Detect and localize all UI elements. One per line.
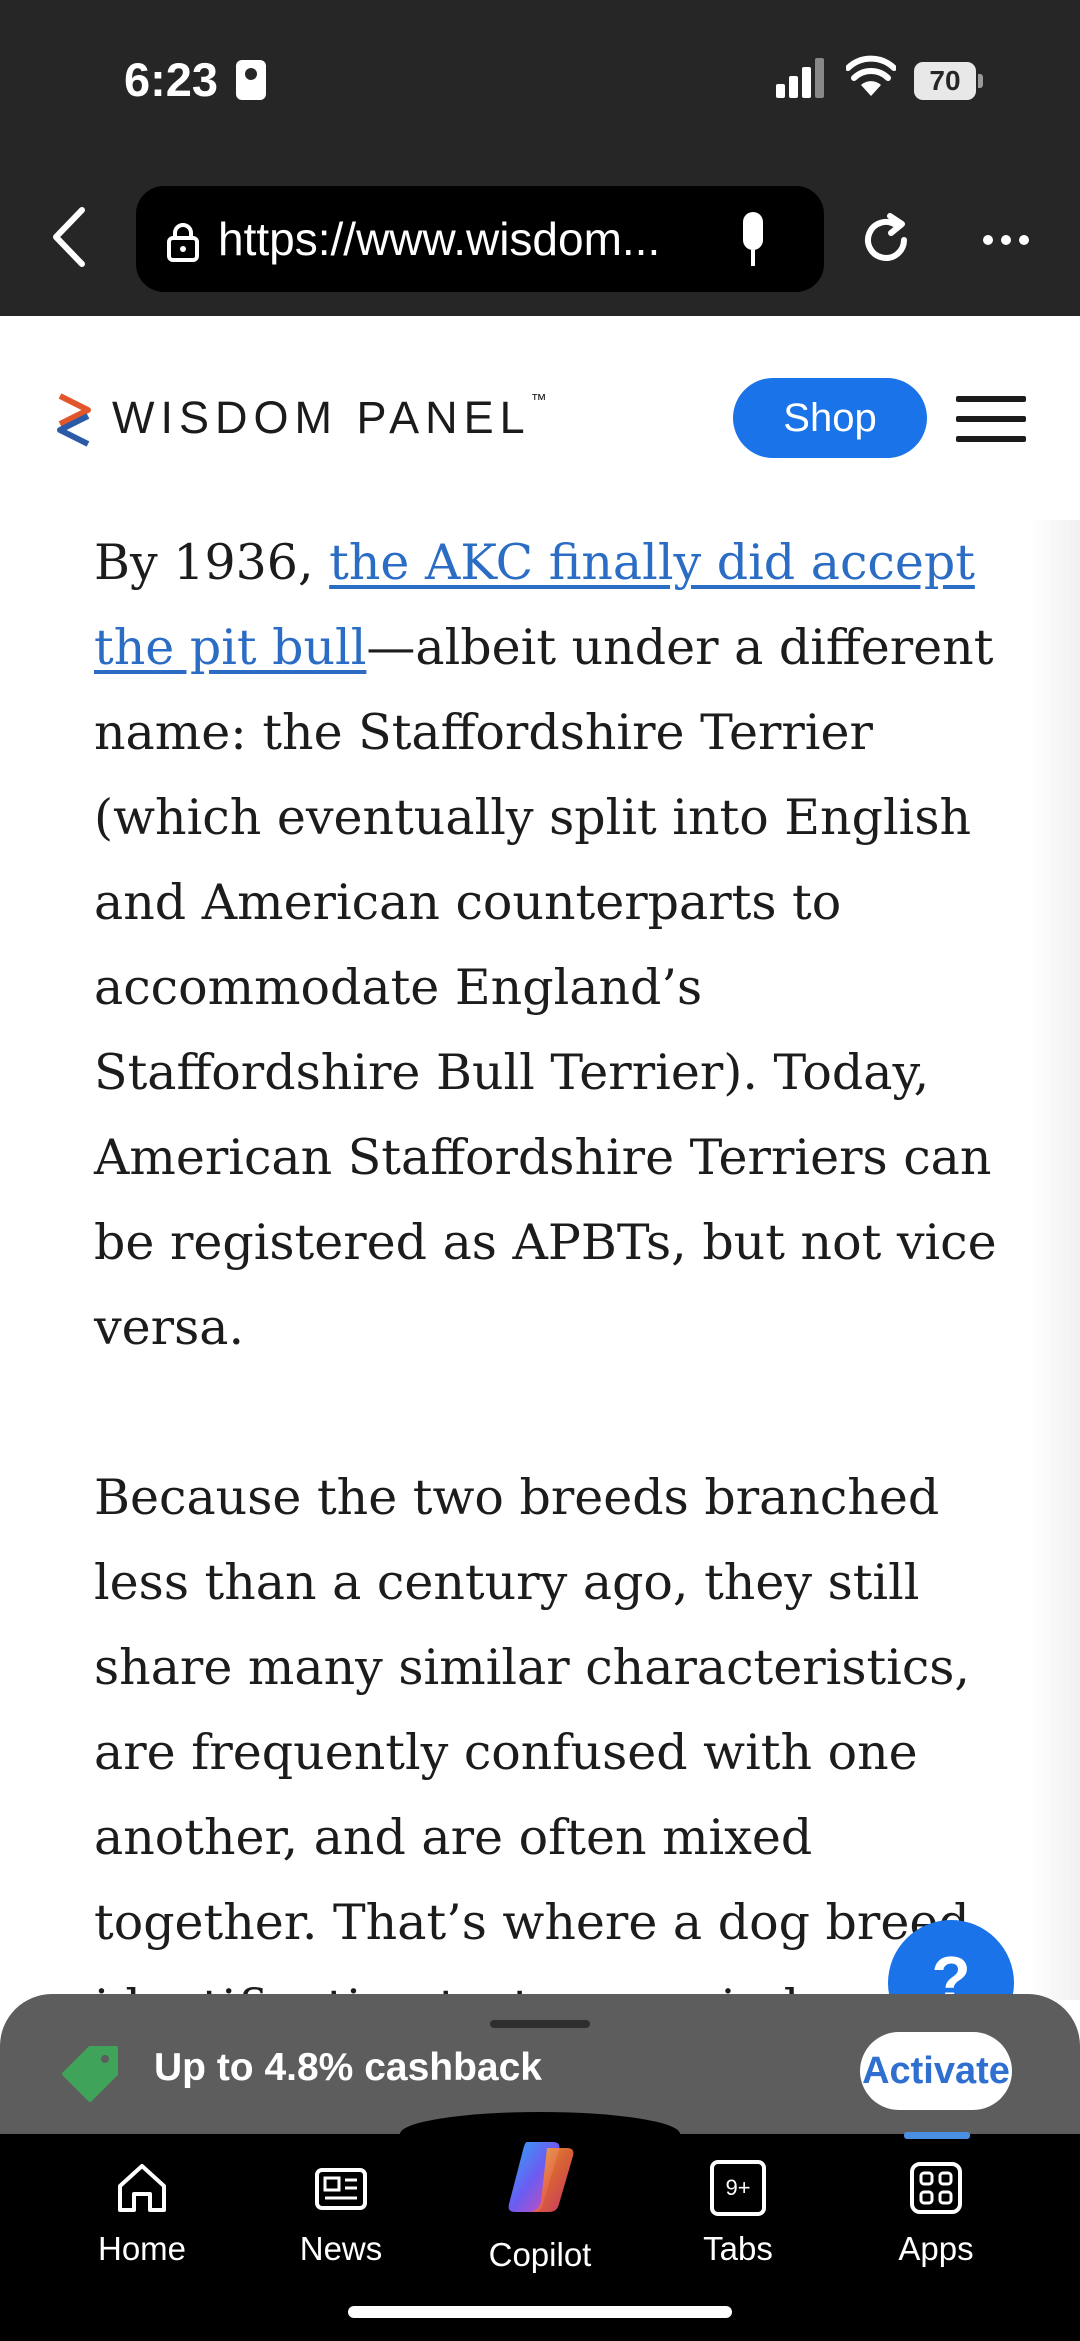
wisdom-panel-logo-icon[interactable] xyxy=(54,392,94,448)
news-icon xyxy=(315,2168,367,2210)
article-paragraph-2: Because the two breeds branched less tha… xyxy=(94,1469,970,2000)
price-tag-icon xyxy=(62,2046,118,2102)
nav-copilot-label: Copilot xyxy=(488,2236,592,2273)
nav-home[interactable]: Home xyxy=(62,2160,222,2290)
paragraph-text: By 1936, xyxy=(94,534,330,591)
sheet-drag-handle[interactable] xyxy=(490,2020,590,2028)
wifi-icon xyxy=(846,55,896,96)
trademark-symbol: ™ xyxy=(530,392,547,409)
contact-card-icon xyxy=(236,60,266,100)
browser-chrome: 6:23 70 https://www.wisdom... xyxy=(0,0,1080,316)
battery-indicator: 70 xyxy=(914,62,983,100)
home-indicator[interactable] xyxy=(348,2306,732,2318)
home-icon xyxy=(118,2164,166,2212)
more-options-icon[interactable] xyxy=(980,230,1032,250)
activate-button[interactable]: Activate xyxy=(860,2032,1012,2110)
microphone-icon[interactable] xyxy=(736,210,770,270)
cellular-signal-icon xyxy=(776,56,828,98)
nav-tabs[interactable]: 9+ Tabs xyxy=(658,2160,818,2290)
address-bar[interactable]: https://www.wisdom... xyxy=(136,186,824,292)
nav-news[interactable]: News xyxy=(261,2160,421,2290)
nav-apps-label: Apps xyxy=(898,2230,974,2267)
article-body: By 1936, the AKC finally did accept the … xyxy=(0,520,1080,2000)
brand-name[interactable]: WISDOM PANEL™ xyxy=(112,392,547,444)
hamburger-menu-icon[interactable] xyxy=(956,396,1026,442)
url-text: https://www.wisdom... xyxy=(218,213,661,265)
shop-button[interactable]: Shop xyxy=(733,378,927,458)
reload-icon[interactable] xyxy=(856,210,916,270)
nav-tabs-label: Tabs xyxy=(703,2230,773,2267)
nav-copilot[interactable]: Copilot xyxy=(460,2134,620,2273)
cashback-text: Up to 4.8% cashback xyxy=(154,2046,542,2089)
article-paragraph-1: By 1936, the AKC finally did accept the … xyxy=(94,520,1024,1370)
active-tab-indicator xyxy=(904,2132,970,2139)
nav-home-label: Home xyxy=(97,2230,187,2267)
back-button[interactable] xyxy=(40,202,100,272)
nav-news-label: News xyxy=(299,2230,383,2267)
apps-grid-icon xyxy=(910,2162,962,2214)
brand-text: WISDOM PANEL xyxy=(112,392,531,443)
nav-apps[interactable]: Apps xyxy=(856,2160,1016,2290)
lock-icon xyxy=(167,223,199,262)
site-header: WISDOM PANEL™ Shop xyxy=(0,316,1080,522)
copilot-icon xyxy=(508,2142,574,2212)
paragraph-text: —albeit under a different name: the Staf… xyxy=(94,619,997,1356)
status-time: 6:23 xyxy=(124,53,219,106)
tabs-icon: 9+ xyxy=(710,2160,766,2216)
